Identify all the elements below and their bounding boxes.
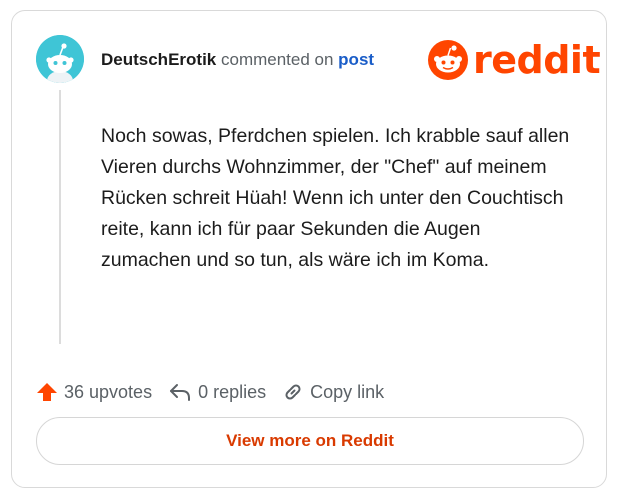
commented-on-text: commented on — [220, 50, 334, 69]
view-more-button[interactable]: View more on Reddit — [36, 417, 584, 465]
upvote-count: 36 upvotes — [64, 381, 153, 402]
link-icon — [285, 384, 301, 400]
snoo-avatar-icon — [36, 35, 84, 83]
avatar[interactable] — [36, 35, 84, 83]
action-bar: 36 upvotes 0 replies Copy link — [36, 378, 400, 406]
upvote-arrow-icon — [37, 383, 57, 401]
reply-arrow-icon — [170, 384, 191, 401]
post-link[interactable]: post — [338, 50, 374, 69]
replies-count: 0 replies — [198, 381, 267, 402]
upvote-action[interactable]: 36 upvotes — [36, 381, 152, 403]
copy-link-action[interactable]: Copy link — [282, 381, 384, 403]
copy-link-label: Copy link — [310, 381, 385, 402]
reddit-logo[interactable]: reddit — [427, 38, 601, 82]
comment-body: Noch sowas, Pferdchen spielen. Ich krabb… — [101, 125, 570, 271]
username-link[interactable]: DeutschErotik — [101, 50, 216, 69]
view-more-label: View more on Reddit — [226, 431, 394, 450]
replies-action[interactable]: 0 replies — [168, 381, 266, 403]
reddit-wordmark: reddit — [473, 38, 601, 82]
thread-line — [59, 90, 61, 344]
reddit-logo-icon — [428, 40, 468, 80]
comment-header: DeutschErotik commented on post — [101, 49, 374, 71]
